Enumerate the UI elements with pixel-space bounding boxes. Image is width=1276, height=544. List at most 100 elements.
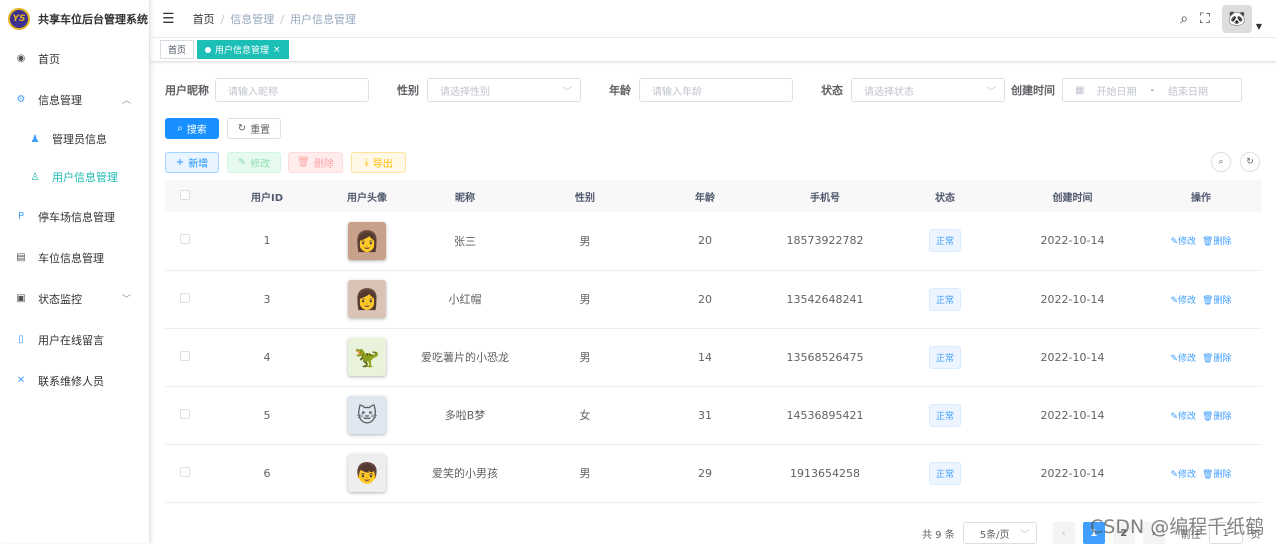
table-row: 3 👩 小红帽 男 20 13542648241 正常 2022-10-14 ✎… [165, 270, 1262, 329]
user-avatar: 👩 [348, 221, 386, 260]
label: 修改 [1178, 295, 1197, 306]
search-icon[interactable]: ⌕ [1180, 11, 1188, 27]
edit-button[interactable]: ✎ 修改 [227, 152, 281, 173]
cell-phone: 18573922782 [765, 212, 885, 271]
fullscreen-icon[interactable]: ⛶ [1200, 11, 1210, 27]
row-checkbox[interactable] [180, 350, 190, 361]
col-id: 用户ID [205, 180, 329, 212]
sidebar-item-status-monitor[interactable]: ▣ 状态监控 ﹀ [0, 278, 149, 319]
row-edit-button[interactable]: ✎修改 [1170, 470, 1196, 480]
document-icon: ▤ [16, 252, 26, 263]
status-select[interactable]: 请选择状态 ﹀ [851, 78, 1005, 102]
row-checkbox[interactable] [180, 292, 190, 303]
label: 修改 [1178, 353, 1197, 364]
sidebar-item-admin-info[interactable]: ♟ 管理员信息 [0, 120, 149, 158]
menu-toggle-icon[interactable]: ☰ [162, 11, 175, 27]
toggle-search-button[interactable]: ⌕ [1211, 152, 1231, 172]
col-status: 状态 [885, 180, 1005, 212]
sidebar-item-repair[interactable]: ✕ 联系维修人员 [0, 360, 149, 401]
avatar[interactable]: 🐼 [1221, 5, 1252, 33]
tag-user-info[interactable]: 用户信息管理 × [197, 40, 289, 59]
label: 搜索 [186, 125, 207, 136]
row-edit-button[interactable]: ✎修改 [1170, 412, 1196, 422]
gender-select[interactable]: 请选择性别 ﹀ [427, 78, 581, 102]
label: 管理员信息 [52, 133, 107, 146]
col-phone: 手机号 [765, 180, 885, 212]
row-delete-button[interactable]: 🗑删除 [1202, 354, 1231, 364]
chevron-down-icon: ﹀ [121, 295, 131, 305]
table-row: 5 🐱 多啦B梦 女 31 14536895421 正常 2022-10-14 … [165, 386, 1262, 445]
sidebar-item-user-info[interactable]: ♙ 用户信息管理 [0, 158, 149, 196]
sidebar-item-parking-lot[interactable]: P 停车场信息管理 [0, 196, 149, 237]
row-checkbox[interactable] [180, 408, 190, 419]
monitor-icon: ▣ [16, 293, 26, 304]
chevron-down-icon: ﹀ [986, 86, 996, 98]
start-placeholder: 开始日期 [1096, 86, 1137, 98]
tag-home[interactable]: 首页 [160, 40, 195, 59]
row-delete-button[interactable]: 🗑删除 [1202, 470, 1231, 480]
row-delete-button[interactable]: 🗑删除 [1202, 412, 1231, 422]
search-icon: ⌕ [177, 123, 183, 134]
cell-id: 3 [205, 270, 329, 329]
age-input[interactable]: 请输入年龄 [639, 78, 793, 102]
page-size-select[interactable]: 5条/页 ﹀ [962, 522, 1037, 544]
sidebar-item-messages[interactable]: ▯ 用户在线留言 [0, 319, 149, 360]
row-edit-button[interactable]: ✎修改 [1170, 296, 1196, 306]
row-delete-button[interactable]: 🗑删除 [1202, 237, 1231, 247]
label: 联系维修人员 [38, 374, 104, 388]
cell-gender: 男 [525, 328, 645, 387]
caret-down-icon[interactable]: ▼ [1256, 22, 1262, 31]
export-button[interactable]: ⤓ 导出 [351, 152, 406, 173]
col-gender: 性别 [525, 180, 645, 212]
nickname-input[interactable]: 请输入昵称 [215, 78, 369, 102]
reset-button[interactable]: ↻ 重置 [227, 118, 281, 139]
row-delete-button[interactable]: 🗑删除 [1202, 296, 1231, 306]
add-button[interactable]: + 新增 [165, 152, 219, 173]
chevron-down-icon: ﹀ [1019, 529, 1030, 541]
cell-id: 6 [205, 444, 329, 503]
trash-icon: 🗑 [1202, 411, 1214, 422]
sidebar-item-home[interactable]: ◉ 首页 [0, 38, 149, 79]
cell-phone: 1913654258 [765, 444, 885, 503]
sidebar-item-info-management[interactable]: ⚙ 信息管理 ︿ [0, 79, 149, 120]
row-checkbox[interactable] [180, 234, 190, 245]
gender-label: 性别 [397, 84, 419, 97]
placeholder: 请输入昵称 [228, 86, 278, 98]
chevron-down-icon: ﹀ [562, 86, 572, 98]
nickname-label: 用户昵称 [165, 84, 209, 97]
select-all-checkbox[interactable] [180, 189, 190, 200]
label: 删除 [1213, 295, 1232, 306]
cell-nickname: 张三 [405, 212, 525, 271]
delete-button[interactable]: 🗑 删除 [288, 152, 343, 173]
col-created: 创建时间 [1005, 180, 1140, 212]
label: 状态监控 [38, 292, 82, 306]
edit-icon: ✎ [1170, 353, 1179, 364]
admin-icon: ♟ [30, 133, 40, 145]
cell-gender: 男 [525, 270, 645, 329]
breadcrumb-home[interactable]: 首页 [193, 13, 215, 26]
row-edit-button[interactable]: ✎修改 [1170, 237, 1196, 247]
search-form: 用户昵称 请输入昵称 性别 请选择性别 ﹀ 年龄 请输入年龄 状态 请选择状态 ﹀ … [165, 78, 1262, 102]
row-edit-button[interactable]: ✎修改 [1170, 354, 1196, 364]
close-icon[interactable]: × [273, 45, 281, 55]
user-avatar: 👩 [348, 280, 386, 318]
cell-gender: 男 [525, 444, 645, 503]
sidebar-item-parking-space[interactable]: ▤ 车位信息管理 [0, 237, 149, 278]
user-avatar: 🦖 [348, 338, 386, 376]
cell-phone: 14536895421 [765, 386, 885, 445]
label: 删除 [1213, 353, 1232, 364]
watermark: CSDN @编程千纸鹤 [1090, 516, 1265, 538]
row-checkbox[interactable] [180, 466, 190, 477]
label: 首页 [38, 52, 60, 66]
refresh-button[interactable]: ↻ [1240, 152, 1260, 172]
cell-created: 2022-10-14 [1005, 444, 1140, 503]
calendar-icon: ▦ [1075, 84, 1085, 96]
cell-id: 1 [205, 212, 329, 271]
status-badge: 正常 [928, 345, 961, 369]
user-avatar: 🐱 [348, 396, 386, 434]
cell-gender: 男 [525, 212, 645, 271]
col-nickname: 昵称 [405, 180, 525, 212]
prev-page-button[interactable]: ‹ [1052, 522, 1075, 544]
date-range-picker[interactable]: ▦ 开始日期 - 结束日期 [1062, 78, 1242, 102]
search-button[interactable]: ⌕ 搜索 [165, 118, 219, 139]
